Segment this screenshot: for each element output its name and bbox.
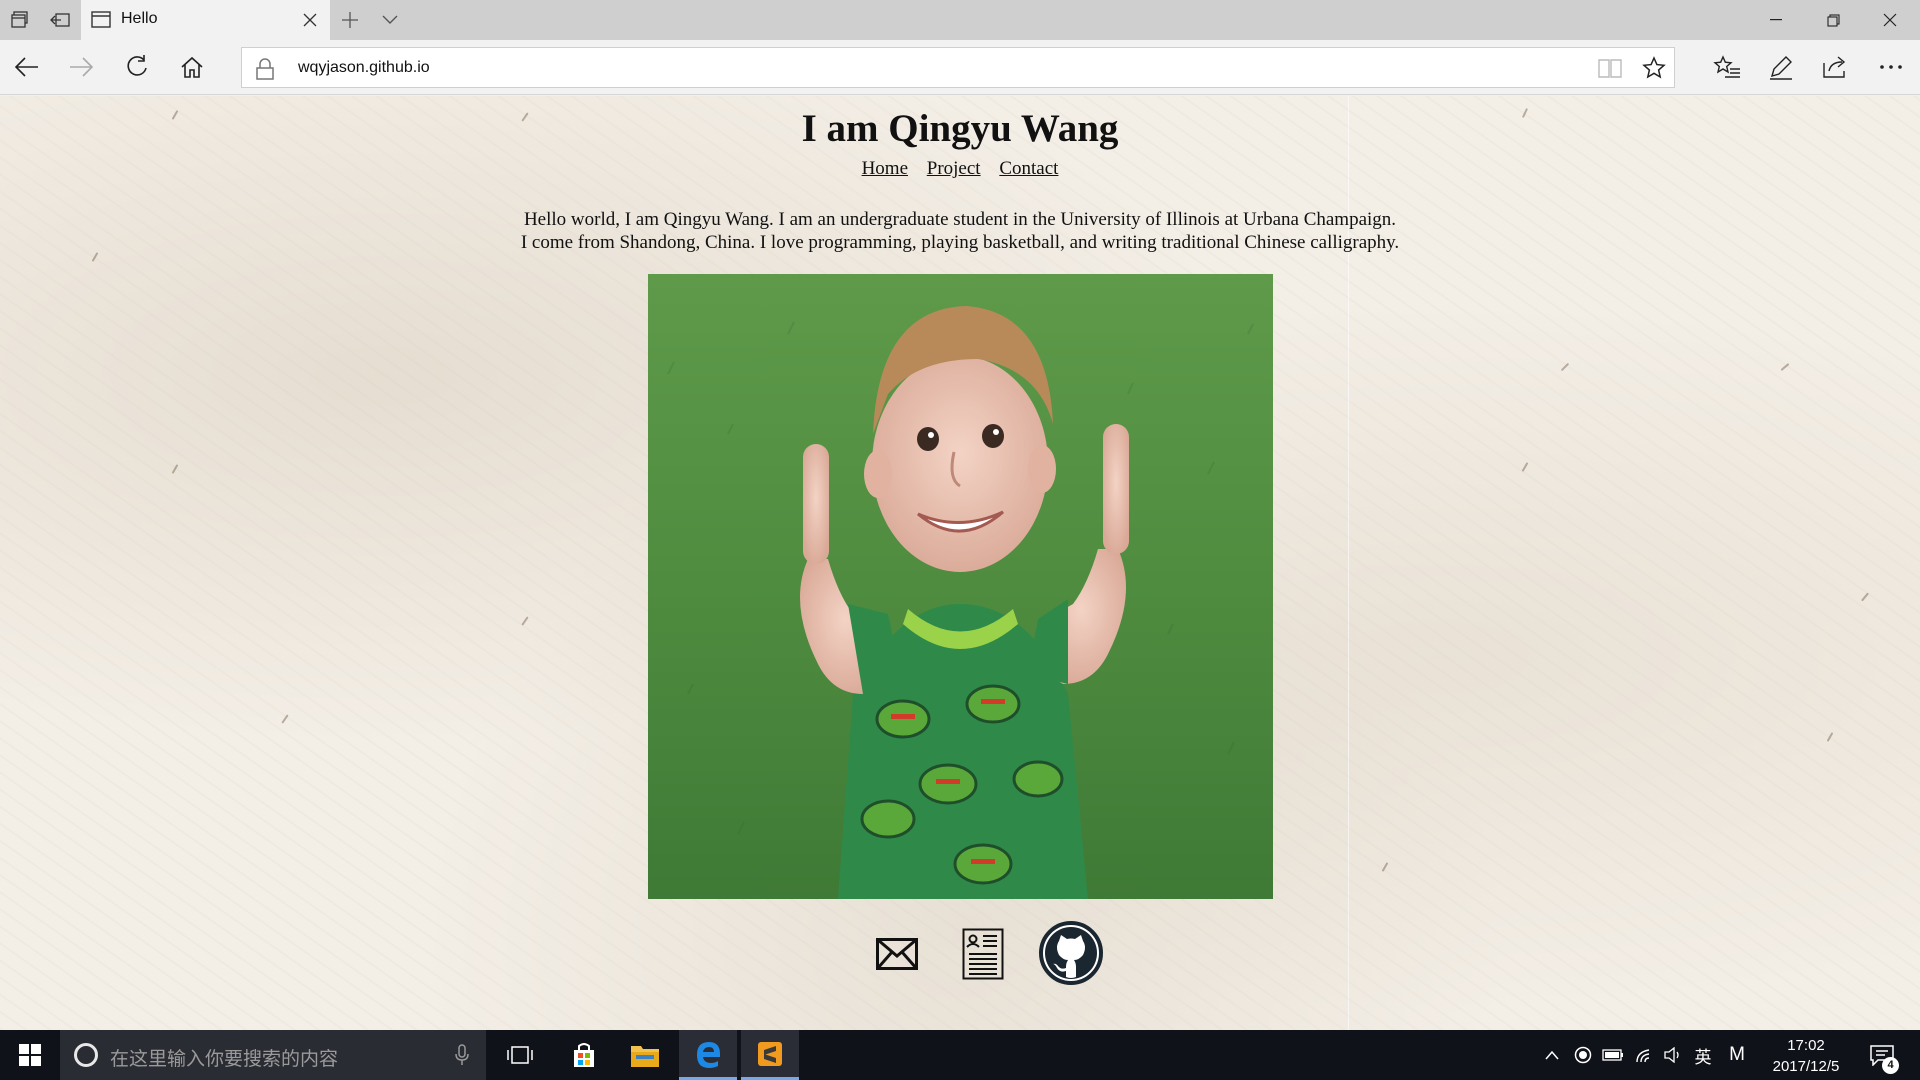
clock-time: 17:02 [1787, 1037, 1825, 1054]
tab-manager-icon[interactable] [0, 0, 40, 40]
microphone-icon[interactable] [452, 1044, 472, 1066]
notification-count-badge: 4 [1882, 1057, 1899, 1074]
active-tab[interactable]: Hello [81, 0, 330, 40]
paper-speck [1560, 362, 1570, 372]
more-dots-icon[interactable] [1870, 46, 1912, 88]
lock-icon [256, 58, 274, 80]
profile-photo [648, 274, 1273, 899]
taskbar-search-box[interactable]: 在这里输入你要搜索的内容 [60, 1030, 486, 1080]
star-icon[interactable] [1636, 50, 1672, 86]
paper-speck [171, 464, 179, 474]
close-tab-icon[interactable] [290, 0, 330, 40]
resume-icon[interactable] [958, 926, 1008, 982]
url-text[interactable]: wqyjason.github.io [298, 59, 430, 77]
page-title: I am Qingyu Wang [801, 107, 1119, 150]
reading-view-icon[interactable] [1592, 50, 1628, 86]
cortana-icon [74, 1043, 98, 1067]
back-arrow-icon[interactable] [6, 46, 48, 88]
nav-link-project[interactable]: Project [927, 158, 981, 179]
edge-icon[interactable] [679, 1030, 737, 1080]
paper-speck [1381, 862, 1389, 872]
nav-link-contact[interactable]: Contact [999, 158, 1058, 179]
favorites-hub-icon[interactable] [1706, 46, 1748, 88]
refresh-icon[interactable] [116, 46, 158, 88]
browser-toolbar: wqyjason.github.io [0, 40, 1920, 95]
file-explorer-icon[interactable] [616, 1030, 674, 1080]
forward-arrow-icon[interactable] [60, 46, 102, 88]
chevron-down-icon[interactable] [370, 0, 410, 40]
minimize-icon[interactable] [1748, 0, 1804, 40]
intro-line-1: Hello world, I am Qingyu Wang. I am an u… [523, 209, 1397, 230]
paper-speck [281, 714, 289, 724]
pen-icon[interactable] [1760, 46, 1802, 88]
set-aside-tabs-icon[interactable] [40, 0, 80, 40]
paper-speck [1780, 363, 1790, 371]
address-bar[interactable]: wqyjason.github.io [241, 47, 1675, 88]
paper-speck [1521, 462, 1529, 472]
site-nav: Home Project Contact [0, 158, 1920, 180]
close-window-icon[interactable] [1862, 0, 1918, 40]
paper-speck [521, 616, 529, 626]
taskbar-clock[interactable]: 17:02 2017/12/5 [1758, 1035, 1854, 1077]
ime-mode-indicator[interactable]: M [1724, 1030, 1750, 1080]
windows-taskbar: 在这里输入你要搜索的内容 英 M 17:02 2017/12/5 4 [0, 1030, 1920, 1080]
store-icon[interactable] [555, 1030, 613, 1080]
tab-title: Hello [121, 10, 158, 27]
record-icon[interactable] [1570, 1030, 1596, 1080]
wifi-icon[interactable] [1632, 1030, 1658, 1080]
sublime-text-icon[interactable] [741, 1030, 799, 1080]
restore-icon[interactable] [1805, 0, 1861, 40]
page-icon [91, 11, 111, 28]
plus-icon[interactable] [330, 0, 370, 40]
task-view-icon[interactable] [491, 1030, 549, 1080]
input-language[interactable]: 英 [1690, 1030, 1716, 1080]
github-icon[interactable] [1038, 920, 1104, 986]
home-icon[interactable] [171, 46, 213, 88]
paper-speck [1861, 592, 1869, 602]
chevron-up-icon[interactable] [1540, 1030, 1564, 1080]
intro-line-2: I come from Shandong, China. I love prog… [520, 232, 1400, 253]
action-center-icon[interactable] [1860, 1030, 1904, 1080]
windows-start-icon[interactable] [0, 1030, 60, 1080]
volume-icon[interactable] [1660, 1030, 1686, 1080]
email-icon[interactable] [872, 926, 922, 982]
search-placeholder: 在这里输入你要搜索的内容 [110, 1048, 339, 1070]
paper-speck [1826, 732, 1834, 742]
intro-text: Hello world, I am Qingyu Wang. I am an u… [0, 208, 1920, 254]
web-page: I am Qingyu Wang Home Project Contact He… [0, 96, 1920, 1030]
browser-tab-bar: Hello [0, 0, 1920, 40]
nav-link-home[interactable]: Home [862, 158, 908, 179]
clock-date: 2017/12/5 [1772, 1058, 1840, 1075]
share-icon[interactable] [1814, 46, 1856, 88]
battery-icon[interactable] [1600, 1030, 1626, 1080]
